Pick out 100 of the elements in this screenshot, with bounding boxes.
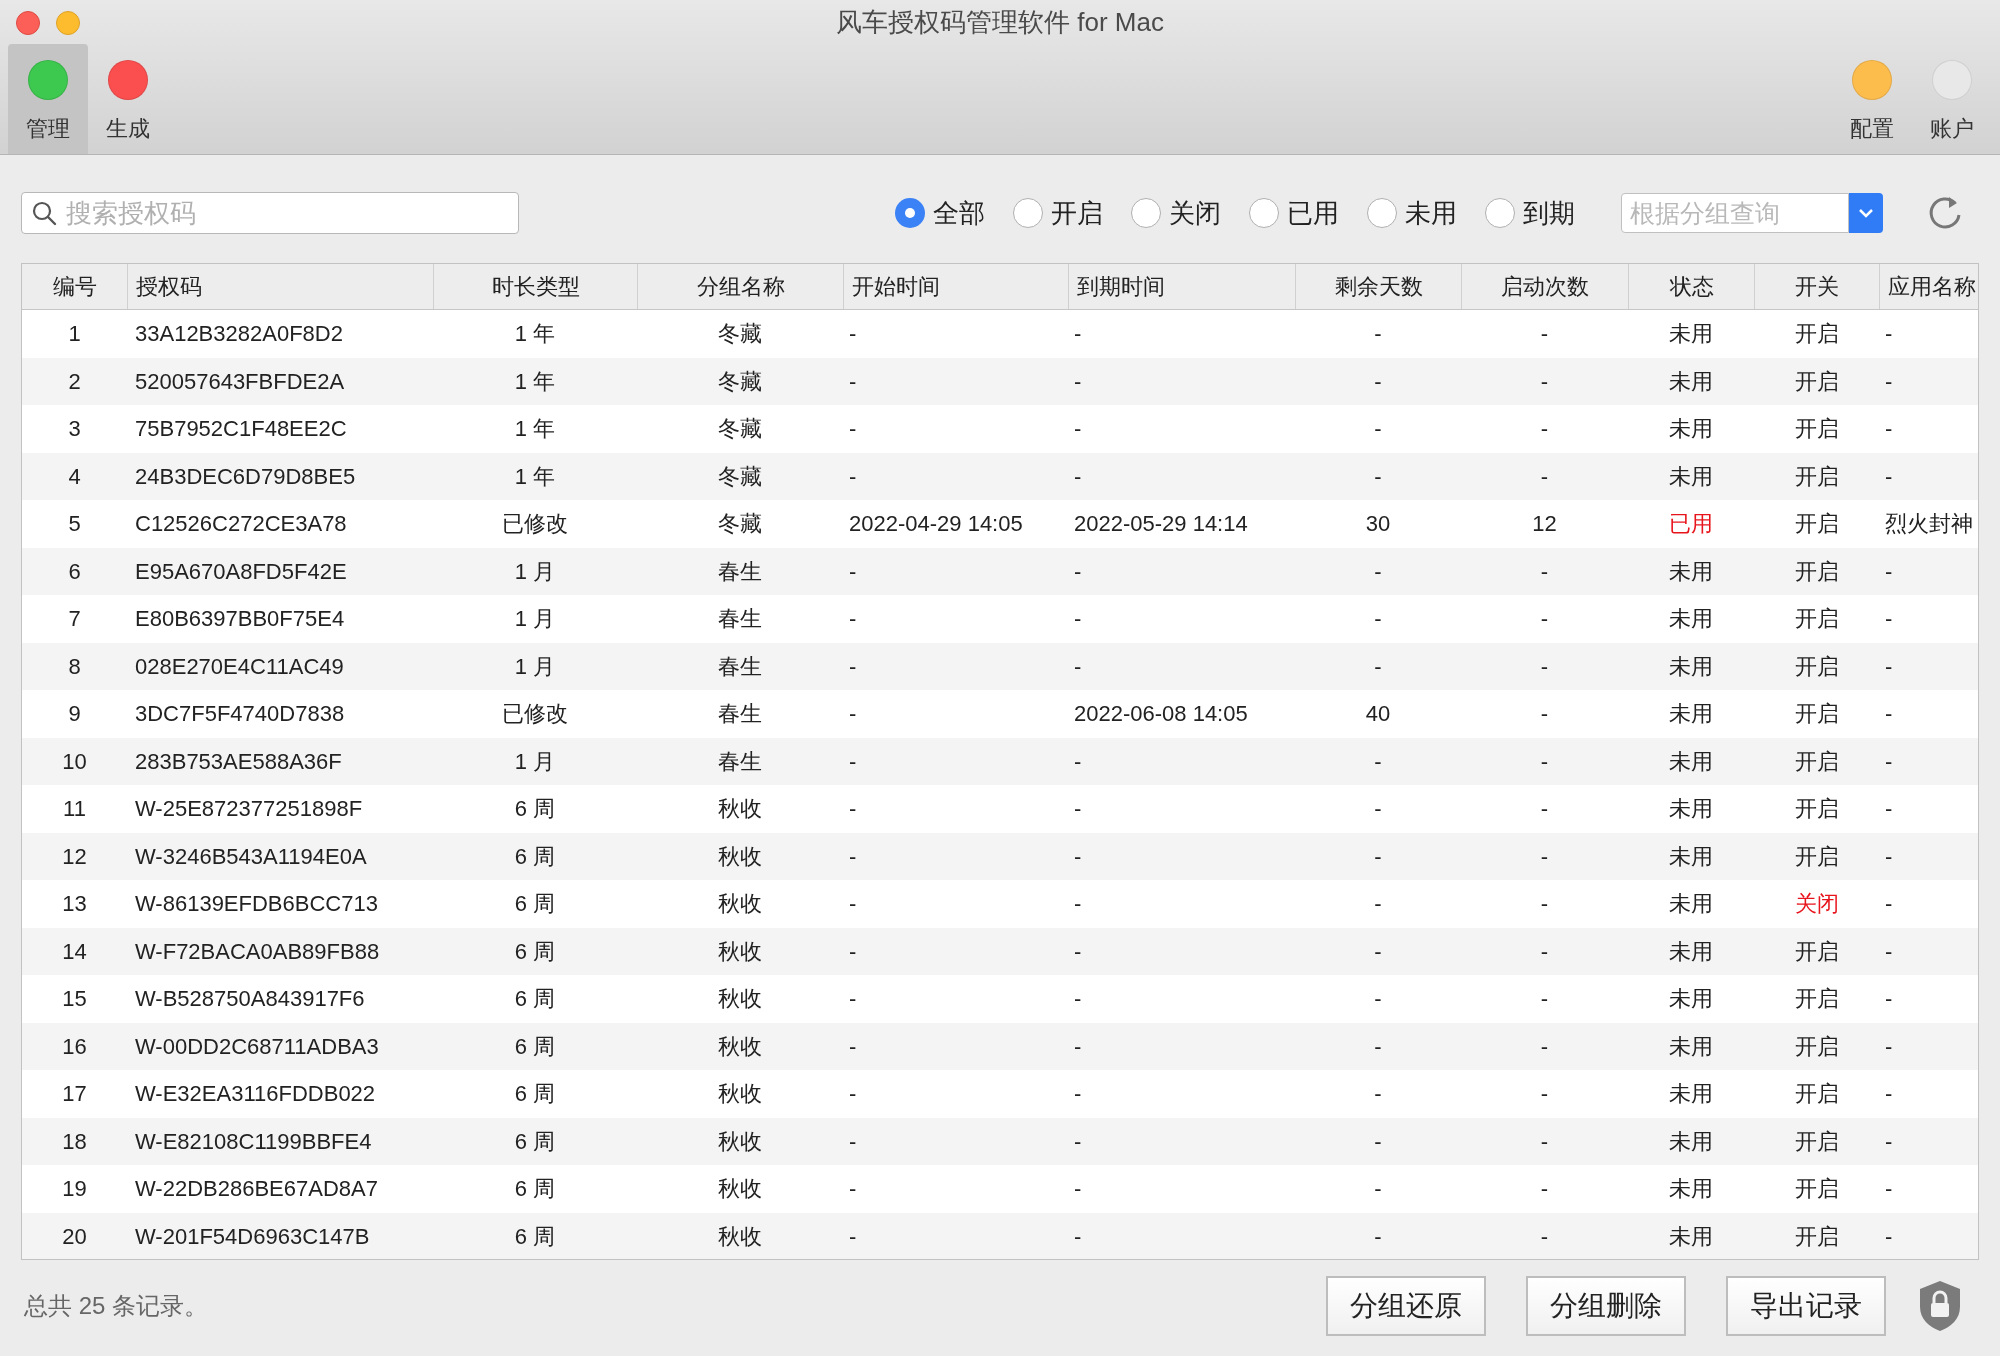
toolbar-item[interactable]: 生成 — [88, 44, 168, 154]
table-cell-text: 开启 — [1794, 1080, 1839, 1109]
filter-radio[interactable]: 全部 — [895, 193, 985, 233]
table-cell-text: - — [1074, 1127, 1082, 1156]
table-cell-text: 未用 — [1669, 1032, 1713, 1061]
table-cell-text: - — [849, 557, 857, 586]
filter-radio[interactable]: 关闭 — [1131, 193, 1221, 233]
table-cell-text: - — [1885, 652, 1893, 681]
table-cell-text: 开启 — [1794, 367, 1839, 396]
table-cell-text: 40 — [1365, 700, 1391, 729]
table-cell-text: 秋收 — [718, 1175, 762, 1204]
table-cell-text: 冬藏 — [718, 367, 762, 396]
table-cell-text: - — [1885, 1032, 1893, 1061]
table-cell-text: - — [849, 652, 857, 681]
column-header[interactable]: 分组名称 — [696, 270, 785, 303]
search-field[interactable]: 搜索授权码 — [21, 192, 519, 234]
table-cell-text: - — [1374, 1175, 1382, 1204]
column-header[interactable]: 应用名称 — [1888, 270, 1976, 303]
table-cell-text: - — [1074, 652, 1082, 681]
action-button[interactable]: 导出记录 — [1726, 1275, 1886, 1336]
table-cell-text: 6 周 — [514, 795, 556, 824]
action-button[interactable]: 分组删除 — [1526, 1275, 1686, 1336]
table-cell-text: - — [849, 1175, 857, 1204]
table-cell-text: 9 — [68, 700, 81, 729]
table-cell-text: 3DC7F5F4740D7838 — [135, 700, 345, 729]
table-cell-text: 春生 — [718, 557, 762, 586]
table-cell-text: - — [849, 985, 857, 1014]
table-cell-text: 春生 — [718, 652, 762, 681]
table-cell-text: 未用 — [1669, 1127, 1713, 1156]
column-header[interactable]: 开始时间 — [852, 270, 940, 303]
table-cell-text: 6 周 — [514, 1222, 556, 1251]
toolbar-item[interactable]: 配置 — [1832, 44, 1912, 154]
table-cell-text: 14 — [62, 937, 87, 966]
table-cell-text: 17 — [62, 1080, 87, 1109]
column-header[interactable]: 开关 — [1795, 270, 1839, 303]
table-cell-text: - — [1074, 320, 1082, 349]
filter-radio[interactable]: 未用 — [1367, 193, 1457, 233]
table-cell-text: - — [1374, 605, 1382, 634]
table-cell-text: W-3246B543A1194E0A — [135, 842, 367, 871]
table-cell-text: W-86139EFDB6BCC713 — [135, 890, 378, 919]
table-cell-text: - — [1540, 367, 1549, 396]
table-cell-text: 7 — [68, 605, 81, 634]
column-header[interactable]: 启动次数 — [1501, 270, 1589, 303]
toolbar-item[interactable]: 管理 — [8, 44, 88, 154]
table-cell-text: - — [849, 1222, 857, 1251]
table-cell-text: C12526C272CE3A78 — [135, 510, 347, 539]
close-window-button[interactable] — [16, 11, 40, 35]
table-cell-text: 6 周 — [514, 842, 556, 871]
table-cell-text: 2022-05-29 14:14 — [1074, 510, 1248, 539]
column-header[interactable]: 到期时间 — [1077, 270, 1165, 303]
table-cell-text: - — [1074, 842, 1082, 871]
table-cell-text: - — [1540, 1032, 1549, 1061]
table-cell-text: - — [849, 1032, 857, 1061]
table-cell-text: W-22DB286BE67AD8A7 — [135, 1175, 378, 1204]
table-cell-text: 开启 — [1794, 605, 1839, 634]
table-cell-text: 12 — [1532, 510, 1557, 539]
column-header[interactable]: 时长类型 — [491, 270, 580, 303]
table-cell-text: 开启 — [1794, 320, 1839, 349]
table-cell-text: - — [1074, 937, 1082, 966]
table-cell-text: 未用 — [1669, 1175, 1713, 1204]
table-cell-text: 未用 — [1669, 747, 1713, 776]
table-cell-text: E95A670A8FD5F42E — [135, 557, 347, 586]
table-cell-text: 8 — [68, 652, 81, 681]
group-query-field[interactable]: 根据分组查询 — [1621, 193, 1849, 233]
table-cell-text: - — [849, 795, 857, 824]
table-cell-text: - — [1540, 842, 1549, 871]
action-button[interactable]: 分组还原 — [1326, 1275, 1486, 1336]
table-cell-text: - — [1074, 415, 1082, 444]
table-cell-text: E80B6397BB0F75E4 — [135, 605, 345, 634]
table-cell-text: 11 — [63, 795, 86, 824]
table-cell-text: 6 周 — [514, 1080, 556, 1109]
table-cell-text: 已修改 — [502, 700, 568, 729]
table-cell-text: - — [1885, 1080, 1893, 1109]
table-cell-text: 75B7952C1F48EE2C — [135, 415, 347, 444]
table-cell-text: W-E32EA3116FDDB022 — [135, 1080, 376, 1109]
table-cell-text: 秋收 — [718, 985, 762, 1014]
filter-radio[interactable]: 已用 — [1249, 193, 1339, 233]
table-cell-text: - — [1074, 890, 1082, 919]
table-cell-text: 13 — [62, 890, 87, 919]
table-cell-text: 秋收 — [718, 937, 762, 966]
column-header[interactable]: 剩余天数 — [1334, 270, 1423, 303]
column-header[interactable]: 状态 — [1669, 270, 1714, 303]
table-cell-text: 520057643FBFDE2A — [135, 367, 345, 396]
table-cell-text: 12 — [62, 842, 87, 871]
table-cell-text: - — [849, 1080, 857, 1109]
table-cell-text: - — [1374, 1222, 1382, 1251]
column-header[interactable]: 授权码 — [136, 270, 202, 303]
table-cell-text: - — [1374, 842, 1382, 871]
table-cell-text: - — [1540, 652, 1549, 681]
table-cell-text: - — [1885, 1175, 1893, 1204]
dropdown-chevron-button[interactable] — [1849, 193, 1883, 233]
table-cell-text: 16 — [62, 1032, 87, 1061]
toolbar-item[interactable]: 账户 — [1912, 44, 1992, 154]
filter-radio[interactable]: 开启 — [1013, 193, 1103, 233]
table-cell-text: - — [1074, 985, 1082, 1014]
table-cell-text: 未用 — [1669, 415, 1713, 444]
column-header[interactable]: 编号 — [52, 270, 97, 303]
filter-radio[interactable]: 到期 — [1485, 193, 1575, 233]
table-cell-text: 6 周 — [514, 1175, 556, 1204]
table-cell-text: 1 月 — [514, 557, 556, 586]
